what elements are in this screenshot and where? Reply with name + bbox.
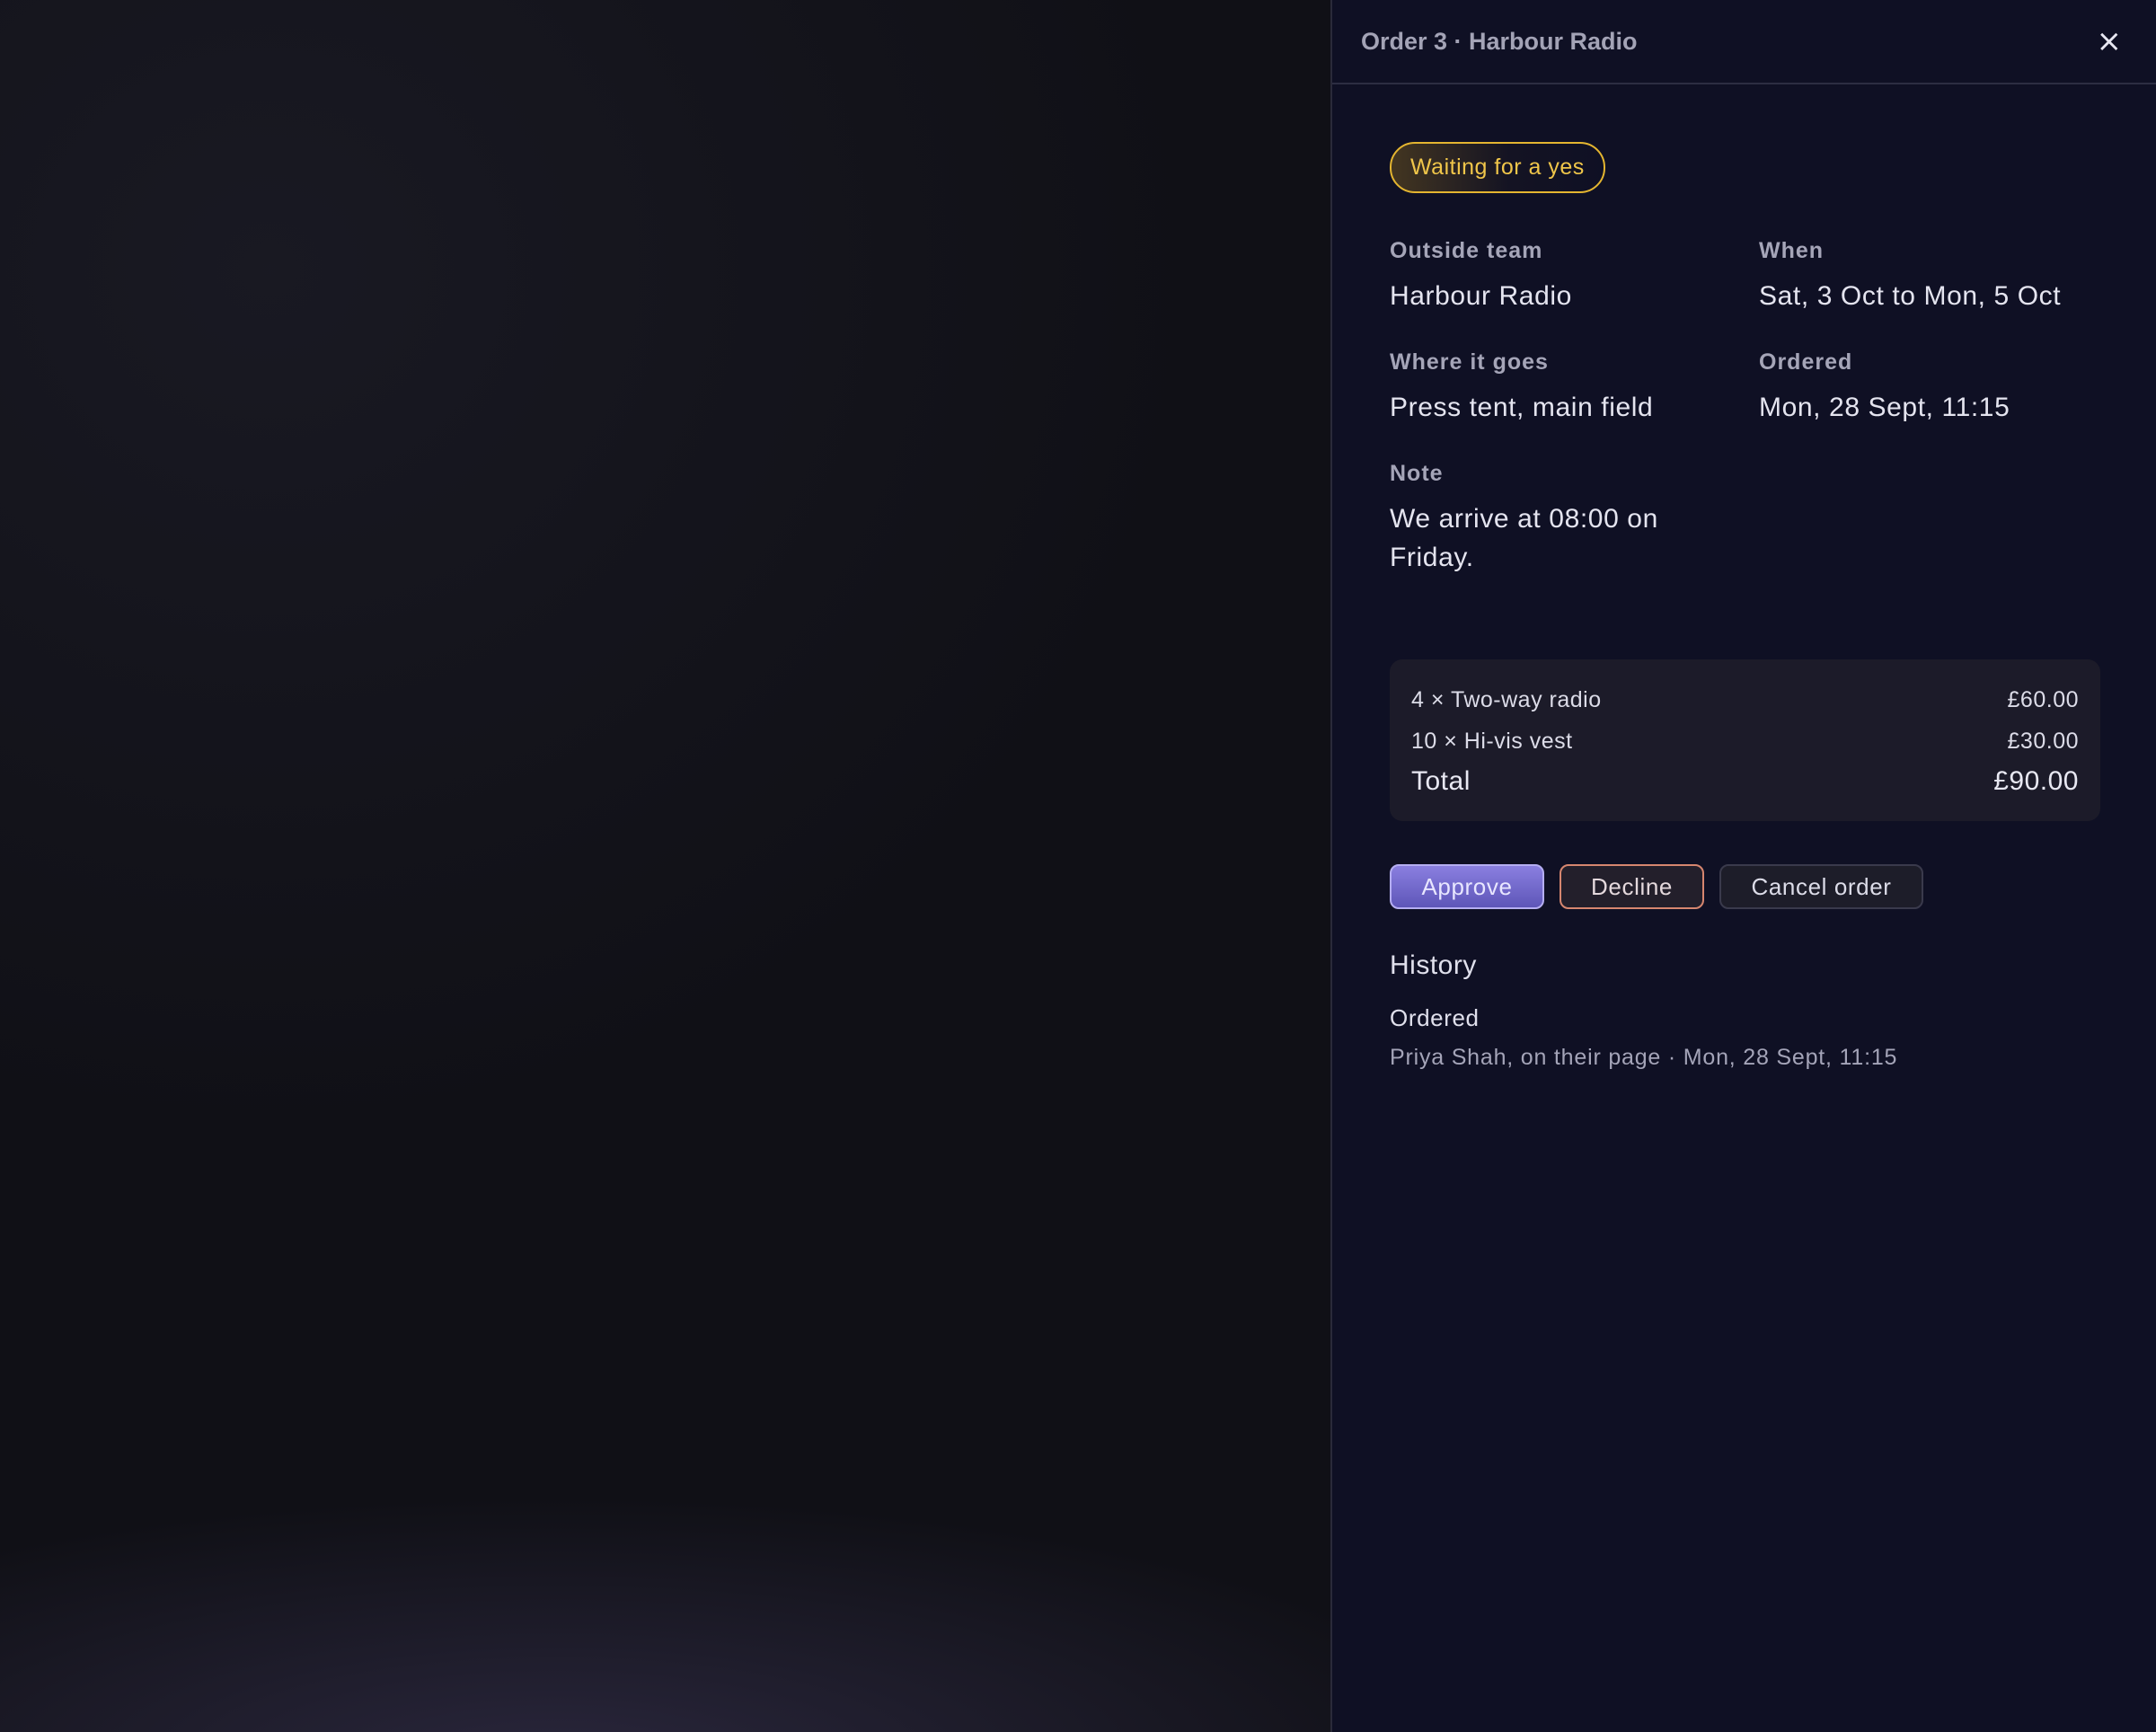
total-row: Total £90.00 xyxy=(1411,762,2079,801)
total-value: £90.00 xyxy=(1993,766,2079,796)
page-backdrop[interactable] xyxy=(0,0,1330,1732)
when-value: Sat, 3 Oct to Mon, 5 Oct xyxy=(1759,281,2062,311)
close-icon[interactable]: × xyxy=(2091,22,2128,60)
approve-button[interactable]: Approve xyxy=(1390,864,1544,909)
total-label: Total xyxy=(1411,766,1471,796)
history-entry: Ordered Priya Shah, on their page · Mon,… xyxy=(1390,1004,2099,1071)
history-event-title: Ordered xyxy=(1390,1004,1480,1031)
history-event-meta: Priya Shah, on their page · Mon, 28 Sept… xyxy=(1390,1045,1898,1070)
decline-button[interactable]: Decline xyxy=(1560,864,1704,909)
where-value: Press tent, main field xyxy=(1390,393,1654,422)
status-badge: Waiting for a yes xyxy=(1390,142,1605,193)
order-detail-panel: Order 3 · Harbour Radio × Waiting for a … xyxy=(1330,0,2156,1732)
item-description: 4 × Two-way radio xyxy=(1411,687,1602,712)
item-price: £30.00 xyxy=(2007,729,2079,754)
panel-body: Waiting for a yes Outside team Harbour R… xyxy=(1332,84,2156,1071)
note-label: Note xyxy=(1390,461,1444,486)
detail-ordered: Ordered Mon, 28 Sept, 11:15 xyxy=(1759,349,2100,427)
item-description: 10 × Hi-vis vest xyxy=(1411,729,1573,754)
note-value: We arrive at 08:00 on Friday. xyxy=(1390,504,1658,572)
detail-where: Where it goes Press tent, main field xyxy=(1390,349,1759,427)
order-items: 4 × Two-way radio £60.00 10 × Hi-vis ves… xyxy=(1390,659,2100,821)
list-item: 10 × Hi-vis vest £30.00 xyxy=(1411,720,2079,762)
when-label: When xyxy=(1759,238,1825,263)
ordered-label: Ordered xyxy=(1759,349,1853,375)
cancel-order-button[interactable]: Cancel order xyxy=(1719,864,1923,909)
panel-header: Order 3 · Harbour Radio × xyxy=(1332,0,2156,84)
panel-title: Order 3 · Harbour Radio xyxy=(1361,27,1638,55)
outside-team-value: Harbour Radio xyxy=(1390,281,1572,311)
detail-note: Note We arrive at 08:00 on Friday. xyxy=(1390,461,1759,577)
list-item: 4 × Two-way radio £60.00 xyxy=(1411,679,2079,720)
where-label: Where it goes xyxy=(1390,349,1549,375)
history-heading: History xyxy=(1390,950,1477,980)
order-details: Outside team Harbour Radio When Sat, 3 O… xyxy=(1390,238,2099,577)
order-actions: Approve Decline Cancel order xyxy=(1390,864,2099,909)
detail-when: When Sat, 3 Oct to Mon, 5 Oct xyxy=(1759,238,2100,315)
item-price: £60.00 xyxy=(2007,687,2079,712)
detail-outside-team: Outside team Harbour Radio xyxy=(1390,238,1759,315)
ordered-value: Mon, 28 Sept, 11:15 xyxy=(1759,393,2010,422)
outside-team-label: Outside team xyxy=(1390,238,1543,263)
